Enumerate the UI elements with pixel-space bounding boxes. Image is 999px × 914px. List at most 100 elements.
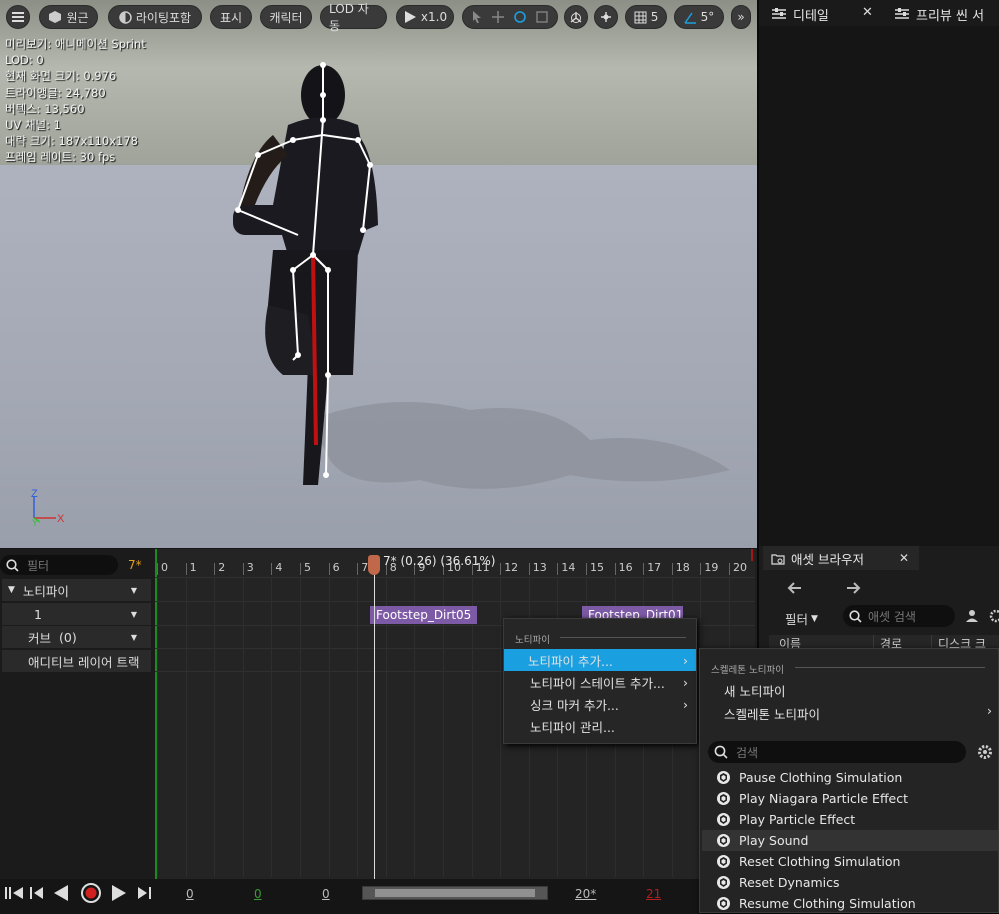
user-icon[interactable] <box>965 609 979 623</box>
scale-icon[interactable] <box>535 10 549 24</box>
play-reverse-icon[interactable] <box>53 884 69 902</box>
track-1[interactable]: 1 ▼ <box>2 603 151 625</box>
select-icon[interactable] <box>471 10 483 24</box>
add-notify-submenu: 스켈레톤 노티파이 새 노티파이 스켈레톤 노티파이 › 검색 Pause Cl… <box>699 648 999 913</box>
playhead-handle[interactable] <box>368 555 380 575</box>
tab-preview-scene[interactable]: 프리뷰 씬 서 <box>894 1 984 27</box>
angle-snap-button[interactable]: 5° <box>674 5 724 29</box>
track-additive[interactable]: 애디티브 레이어 트랙 <box>2 650 151 672</box>
notify-class-item[interactable]: Play Sound <box>702 830 998 851</box>
frame-tick-mark <box>271 563 273 575</box>
lighting-button[interactable]: 라이팅포함 <box>108 5 202 29</box>
frame-tick-label: 3 <box>246 561 254 574</box>
menu-new-notify[interactable]: 새 노티파이 <box>724 681 785 700</box>
play-icon[interactable] <box>111 884 127 902</box>
notify-class-item[interactable]: Play Niagara Particle Effect <box>702 788 998 809</box>
back-arrow-icon[interactable] <box>786 581 802 595</box>
stat-line: 트라이앵글: 24,780 <box>5 85 106 100</box>
frame-tick-label: 16 <box>618 561 633 574</box>
step-back-icon[interactable] <box>29 885 45 901</box>
frame-gridline <box>214 577 216 877</box>
toolbar-overflow-button[interactable]: » <box>731 5 751 29</box>
record-icon[interactable] <box>80 882 102 904</box>
transform-tools <box>462 5 558 29</box>
rotate-icon[interactable] <box>513 10 527 24</box>
world-local-button[interactable] <box>564 5 588 29</box>
dropdown-arrow-icon[interactable]: ▼ <box>131 633 137 642</box>
dropdown-arrow-icon[interactable]: ▼ <box>131 610 137 619</box>
menu-manage-notifies[interactable]: 노티파이 관리... <box>506 715 696 737</box>
viewport-menu-button[interactable] <box>6 5 30 29</box>
notify-class-item[interactable]: Resume Clothing Simulation <box>702 893 998 914</box>
show-button[interactable]: 표시 <box>210 5 252 29</box>
stat-line: 대략 크기: 187x110x178 <box>5 134 138 149</box>
notify-class-label: Play Niagara Particle Effect <box>739 791 909 806</box>
skip-to-start-icon[interactable] <box>4 885 24 901</box>
axis-gizmo: Z Y X <box>31 488 65 526</box>
close-icon[interactable]: ✕ <box>862 5 873 20</box>
row-divider <box>155 577 755 578</box>
step-forward-icon[interactable] <box>136 885 152 901</box>
menu-add-notify-state[interactable]: 노티파이 스테이트 추가... › <box>506 671 696 693</box>
notify-footstep-dirt05[interactable]: Footstep_Dirt05 <box>370 606 478 624</box>
axis-z-label: Z <box>31 488 38 500</box>
grid-snap-button[interactable]: 5 <box>625 5 667 29</box>
track-notifies[interactable]: ▼ 노티파이 ▼ <box>2 579 151 601</box>
frame-gridline <box>157 577 158 877</box>
row-divider <box>155 601 755 602</box>
stat-line: 버텍스: 13,560 <box>5 101 85 116</box>
character-mannequin[interactable] <box>228 55 398 495</box>
range-start-value[interactable]: 0 <box>186 887 194 901</box>
frame-tick-label: 19 <box>704 561 719 574</box>
menu-add-notify[interactable]: 노티파이 추가... › <box>504 649 696 671</box>
dropdown-arrow-icon[interactable]: ▼ <box>131 586 137 595</box>
chevron-right-icon: › <box>683 653 688 668</box>
track-curves[interactable]: 커브 (0) ▼ <box>2 626 151 648</box>
notify-class-item[interactable]: Reset Dynamics <box>702 872 998 893</box>
frame-tick-mark <box>214 563 216 575</box>
frame-tick-mark <box>671 563 673 575</box>
tab-asset-browser[interactable]: 애셋 브라우저 <box>771 546 864 570</box>
gear-icon[interactable] <box>977 744 993 760</box>
filter-dropdown[interactable]: 필터 ▼ <box>785 609 818 628</box>
lighting-icon <box>119 10 132 24</box>
search-icon <box>6 558 19 572</box>
close-icon[interactable]: ✕ <box>899 551 909 565</box>
notify-class-item[interactable]: Play Particle Effect <box>702 809 998 830</box>
menu-item-label: 스켈레톤 노티파이 <box>724 707 820 722</box>
notify-class-item[interactable]: Pause Clothing Simulation <box>702 767 998 788</box>
menu-skeleton-notify[interactable]: 스켈레톤 노티파이 › <box>724 703 992 723</box>
play-speed-label: x1.0 <box>420 10 448 24</box>
notify-class-item[interactable]: Reset Clothing Simulation <box>702 851 998 872</box>
play-speed-button[interactable]: x1.0 <box>396 5 454 29</box>
timeline-scrollbar[interactable] <box>362 886 548 900</box>
view-start-value[interactable]: 0 <box>322 887 330 901</box>
move-icon[interactable] <box>491 10 505 24</box>
frame-tick-label: 2 <box>218 561 226 574</box>
viewport-stats: 미리보기: 애니메이션 Sprint LOD: 0 현재 화면 크기: 0.97… <box>5 36 146 166</box>
character-button[interactable]: 캐릭터 <box>260 5 312 29</box>
lod-button[interactable]: LOD 자동 <box>320 2 387 33</box>
tab-details[interactable]: 디테일 <box>771 1 829 27</box>
character-label: 캐릭터 <box>269 10 303 25</box>
gear-icon[interactable] <box>989 609 999 623</box>
perspective-button[interactable]: 원근 <box>39 5 98 29</box>
track-filter-field[interactable]: 필터 <box>0 555 118 575</box>
angle-value: 5° <box>700 10 715 24</box>
menu-add-sync-marker[interactable]: 싱크 마커 추가... › <box>506 693 696 715</box>
play-start-value[interactable]: 0 <box>254 887 262 901</box>
perspective-label: 원근 <box>66 10 89 25</box>
viewport[interactable]: 원근 라이팅포함 표시 캐릭터 LOD 자동 x1.0 5 5° » 미리보기:… <box>0 0 757 548</box>
notify-search-field[interactable]: 검색 <box>708 741 966 763</box>
play-end-value[interactable]: 21 <box>646 887 661 901</box>
hamburger-icon <box>12 12 24 22</box>
surface-snap-button[interactable] <box>594 5 618 29</box>
notify-class-icon <box>717 792 730 805</box>
submenu-section-label: 스켈레톤 노티파이 <box>711 665 784 676</box>
frame-tick-label: 15 <box>590 561 604 574</box>
scrollbar-thumb[interactable] <box>375 889 535 897</box>
view-end-value[interactable]: 20* <box>575 887 596 901</box>
forward-arrow-icon[interactable] <box>846 581 862 595</box>
asset-search-field[interactable]: 애셋 검색 <box>843 605 955 627</box>
notify-context-menu: 노티파이 노티파이 추가... › 노티파이 스테이트 추가... › 싱크 마… <box>503 618 697 744</box>
